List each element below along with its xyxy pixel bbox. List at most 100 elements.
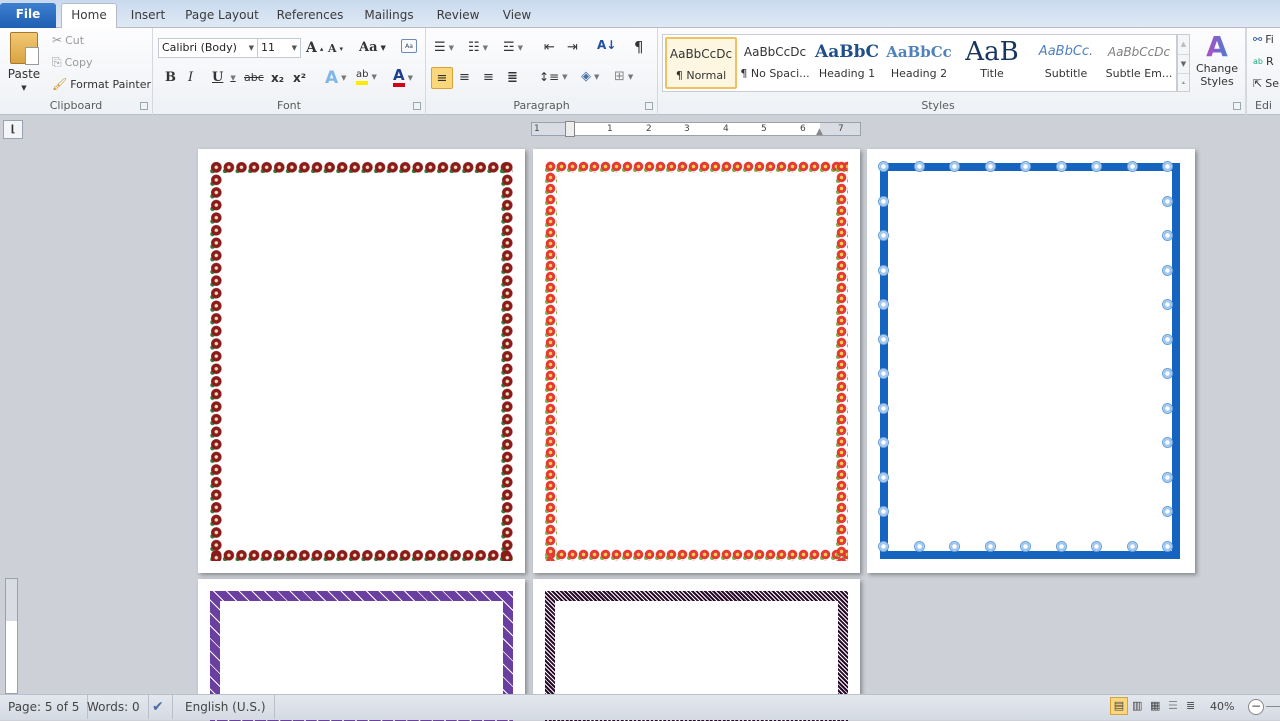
align-center-button[interactable]: ≡ <box>459 70 470 85</box>
page-count-status[interactable]: Page: 5 of 5 <box>0 695 89 719</box>
find-button[interactable]: ⚯ Fi <box>1253 33 1274 46</box>
flower-ornament <box>1162 299 1173 311</box>
scroll-up-icon[interactable]: ▲ <box>1178 35 1189 54</box>
page-4[interactable] <box>198 579 525 721</box>
style-subtitle[interactable]: AaBbCc. Subtitle <box>1030 37 1102 89</box>
align-left-button[interactable]: ≡ <box>431 67 453 89</box>
styles-gallery-scroll[interactable]: ▲ ▼ ⩡ <box>1177 34 1190 92</box>
bullets-button[interactable]: ☰ ▼ <box>434 40 454 55</box>
right-indent-marker[interactable]: ▲ <box>816 127 823 137</box>
style-heading-1[interactable]: AaBbC Heading 1 <box>811 37 883 89</box>
editing-group: ⚯ Fi ab R ⇱ Se Edi <box>1246 28 1280 115</box>
paste-button[interactable]: Paste ▼ <box>6 32 42 92</box>
zoom-out-button[interactable]: − <box>1248 699 1264 715</box>
page-border-red-roses <box>210 161 513 561</box>
clear-formatting-button[interactable]: Aa <box>401 39 417 53</box>
style-heading-2[interactable]: AaBbCc Heading 2 <box>883 37 955 89</box>
chevron-down-icon: ▼ <box>248 44 254 52</box>
full-screen-reading-button[interactable]: ▥ <box>1132 699 1142 712</box>
highlight-button[interactable]: ab ▼ <box>356 69 377 85</box>
highlighter-icon: ab <box>356 69 369 85</box>
flower-ornament <box>1162 471 1173 483</box>
draft-view-button[interactable]: ≣ <box>1186 699 1195 712</box>
tab-insert[interactable]: Insert <box>124 4 172 28</box>
styles-dialog-launcher[interactable] <box>1233 102 1241 110</box>
outline-view-button[interactable]: ☰ <box>1168 699 1178 712</box>
tab-home[interactable]: Home <box>61 3 117 28</box>
multilevel-list-button[interactable]: ☲ ▼ <box>503 40 523 55</box>
font-size-combo[interactable]: 11 ▼ <box>257 38 301 58</box>
flower-ornament <box>984 161 996 172</box>
binoculars-icon: ⚯ <box>1253 33 1263 46</box>
word-count-status[interactable]: Words: 0 <box>79 695 149 719</box>
justify-button[interactable]: ≣ <box>507 70 518 85</box>
style-no-spacing[interactable]: AaBbCcDc ¶ No Spaci... <box>739 37 811 89</box>
page-1[interactable] <box>198 149 525 573</box>
grow-font-button[interactable]: A ▴ <box>306 40 323 56</box>
tab-view[interactable]: View <box>496 4 538 28</box>
increase-indent-button[interactable]: ⇥ <box>567 40 578 55</box>
change-styles-button[interactable]: A Change Styles <box>1195 32 1239 89</box>
tab-file[interactable]: File <box>0 3 56 28</box>
tab-mailings[interactable]: Mailings <box>358 4 420 28</box>
font-color-button[interactable]: A ▼ <box>393 68 413 87</box>
page-2[interactable] <box>533 149 860 573</box>
show-formatting-button[interactable]: ¶ <box>634 38 644 56</box>
cut-button[interactable]: ✂ Cut <box>52 33 84 47</box>
superscript-button[interactable]: x² <box>293 71 306 85</box>
page-5[interactable] <box>533 579 860 721</box>
replace-icon: ab <box>1253 57 1263 66</box>
chevron-down-icon: ▼ <box>291 44 297 52</box>
scroll-down-icon[interactable]: ▼ <box>1178 54 1189 73</box>
horizontal-ruler[interactable]: 1 1 2 3 4 5 6 7 ▲ <box>531 121 861 137</box>
shrink-font-button[interactable]: A ▾ <box>328 42 343 55</box>
ribbon-tab-bar: File Home Insert Page Layout References … <box>0 0 1280 28</box>
italic-button[interactable]: I <box>188 70 193 85</box>
underline-button[interactable]: U ▼ <box>212 70 236 85</box>
select-button[interactable]: ⇱ Se <box>1253 77 1279 90</box>
sort-button[interactable]: A↓ <box>597 38 616 52</box>
left-indent-marker[interactable] <box>565 121 575 137</box>
flower-ornament <box>1091 541 1102 552</box>
font-name-combo[interactable]: Calibri (Body) ▼ <box>158 38 258 58</box>
line-spacing-button[interactable]: ↕≡ ▼ <box>539 70 568 84</box>
bullet-list-icon: ☰ <box>434 40 446 55</box>
vertical-ruler[interactable] <box>5 578 18 694</box>
change-case-button[interactable]: Aa ▼ <box>359 40 386 55</box>
subscript-button[interactable]: x₂ <box>271 71 284 85</box>
align-right-icon: ≡ <box>483 70 494 85</box>
align-right-button[interactable]: ≡ <box>483 70 494 85</box>
flower-ornament <box>878 541 889 552</box>
strikethrough-button[interactable]: abc <box>244 71 264 84</box>
copy-button[interactable]: ⎘ Copy <box>52 55 93 70</box>
style-normal[interactable]: AaBbCcDc ¶ Normal <box>665 37 737 89</box>
shading-button[interactable]: ◈ ▼ <box>581 69 599 84</box>
font-dialog-launcher[interactable] <box>413 102 421 110</box>
flower-ornament <box>878 402 889 414</box>
paragraph-dialog-launcher[interactable] <box>645 102 653 110</box>
borders-button[interactable]: ⊞ ▼ <box>614 69 633 84</box>
tab-page-layout[interactable]: Page Layout <box>182 4 262 28</box>
replace-button[interactable]: ab R <box>1253 55 1274 68</box>
zoom-level[interactable]: 40% <box>1210 700 1234 713</box>
zoom-slider[interactable] <box>1266 706 1280 707</box>
format-painter-button[interactable]: 🖌 Format Painter <box>52 77 151 91</box>
tab-references[interactable]: References <box>274 4 346 28</box>
page-3[interactable] <box>867 149 1195 573</box>
border-bottom-strip <box>545 549 848 561</box>
style-subtle-emphasis[interactable]: AaBbCcDc Subtle Em... <box>1103 37 1175 89</box>
tab-review[interactable]: Review <box>432 4 484 28</box>
style-title[interactable]: AaB Title <box>956 37 1028 89</box>
proofing-icon[interactable]: ✔ <box>144 695 173 719</box>
language-status[interactable]: English (U.S.) <box>177 695 275 719</box>
web-layout-button[interactable]: ▦ <box>1150 699 1160 712</box>
decrease-indent-button[interactable]: ⇤ <box>544 40 555 55</box>
clipboard-dialog-launcher[interactable] <box>140 102 148 110</box>
print-layout-view-button[interactable]: ▤ <box>1110 697 1128 715</box>
bold-button[interactable]: B <box>165 70 176 85</box>
numbering-button[interactable]: ☷ ▼ <box>468 40 488 55</box>
tab-selector[interactable]: ⌊ <box>3 120 23 139</box>
text-effects-button[interactable]: A ▼ <box>325 68 347 88</box>
more-styles-icon[interactable]: ⩡ <box>1178 73 1189 91</box>
chevron-down-icon: ▼ <box>21 84 27 92</box>
